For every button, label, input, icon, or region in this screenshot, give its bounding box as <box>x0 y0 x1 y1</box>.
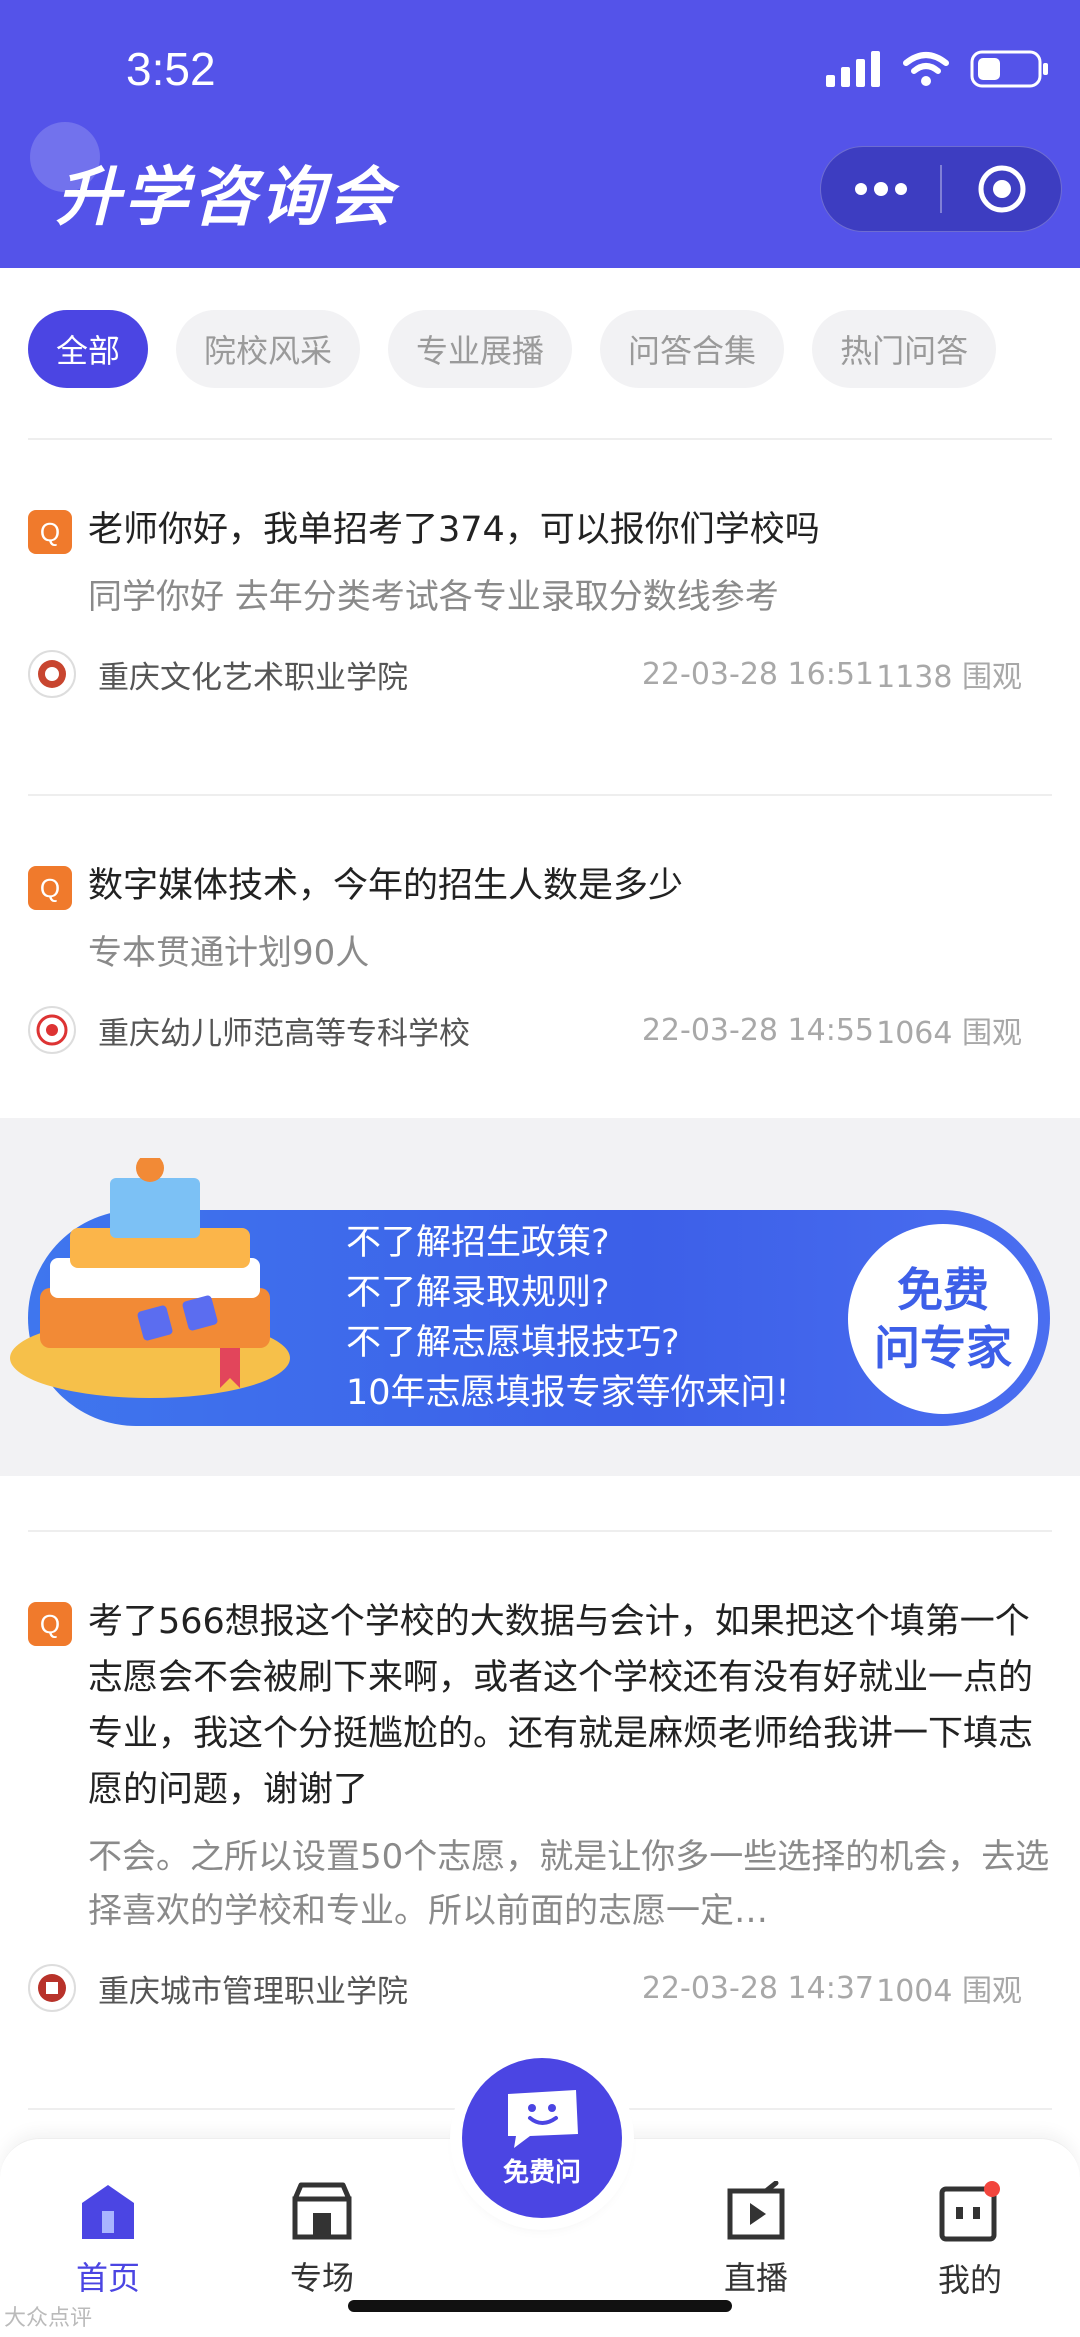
school-name[interactable]: 重庆幼儿师范高等专科学校 <box>98 1008 470 1053</box>
nav-label: 我的 <box>937 2261 1002 2299</box>
tab-school-style[interactable]: 院校风采 <box>176 310 361 388</box>
qa-item[interactable]: Q 数字媒体技术，今年的招生人数是多少 专本贯通计划90人 重庆幼儿师范高等专科… <box>28 858 1052 1058</box>
play-icon <box>727 2181 785 2240</box>
qa-meta: 重庆城市管理职业学院 22-03-28 14:37 1004 围观 <box>28 1960 1052 2016</box>
home-icon <box>82 2185 134 2239</box>
ask-expert-badge[interactable]: 免费 问专家 <box>848 1224 1038 1414</box>
school-logo <box>28 650 76 698</box>
question: Q 老师你好，我单招考了374，可以报你们学校吗 <box>28 502 1052 558</box>
books-illustration <box>10 1158 290 1398</box>
question-text: 考了566想报这个学校的大数据与会计，如果把这个填第一个志愿会不会被刷下来啊，或… <box>88 1602 1034 1810</box>
question: Q 数字媒体技术，今年的招生人数是多少 <box>28 858 1052 914</box>
view-count: 1004 围观 <box>876 1974 1022 2009</box>
chat-face-icon <box>508 2089 578 2148</box>
question-text: 老师你好，我单招考了374，可以报你们学校吗 <box>88 510 820 550</box>
more-button[interactable] <box>821 147 940 231</box>
answer-text: 不会。之所以设置50个志愿，就是让你多一些选择的机会，去选择喜欢的学校和专业。所… <box>88 1837 1050 1931</box>
school-logo <box>28 1006 76 1054</box>
battery-icon <box>970 50 1048 88</box>
free-ask-button[interactable]: 免费问 <box>462 2058 622 2218</box>
nav-label: 首页 <box>75 2259 140 2297</box>
nav-special[interactable]: 专场 <box>262 2181 382 2299</box>
nav-label: 专场 <box>289 2259 354 2297</box>
nav-label: 直播 <box>723 2259 788 2297</box>
nav-live[interactable]: 直播 <box>696 2181 816 2299</box>
free-ask-label: 免费问 <box>502 2157 581 2188</box>
banner-line: 不了解招生政策? <box>346 1223 610 1263</box>
tab-all[interactable]: 全部 <box>28 310 149 388</box>
category-tabs: 全部 院校风采 专业展播 问答合集 热门问答 <box>28 310 997 388</box>
wifi-icon <box>903 52 949 86</box>
close-miniprogram-button[interactable] <box>942 147 1061 231</box>
nav-home[interactable]: 首页 <box>48 2181 168 2299</box>
miniprogram-capsule <box>820 146 1062 232</box>
question-badge: Q <box>28 866 72 910</box>
expert-badge-line2: 问专家 <box>874 1321 1012 1375</box>
question-badge: Q <box>28 510 72 554</box>
profile-icon <box>939 2181 1000 2242</box>
school-logo <box>28 1964 76 2012</box>
target-icon <box>978 165 1025 213</box>
banner-line: 不了解志愿填报技巧? <box>346 1323 680 1363</box>
tab-major-showcase[interactable]: 专业展播 <box>388 310 573 388</box>
qa-item[interactable]: Q 考了566想报这个学校的大数据与会计，如果把这个填第一个志愿会不会被刷下来啊… <box>28 1594 1052 2016</box>
answer-text: 专本贯通计划90人 <box>88 933 370 973</box>
qa-meta: 重庆幼儿师范高等专科学校 22-03-28 14:55 1064 围观 <box>28 1002 1052 1058</box>
qa-item[interactable]: Q 老师你好，我单招考了374，可以报你们学校吗 同学你好 去年分类考试各专业录… <box>28 502 1052 702</box>
app-title: 升学咨询会 <box>56 161 396 235</box>
question: Q 考了566想报这个学校的大数据与会计，如果把这个填第一个志愿会不会被刷下来啊… <box>28 1594 1052 1818</box>
app-header: 3:52 升学咨询会 <box>0 0 1080 268</box>
expert-badge-line1: 免费 <box>897 1263 989 1317</box>
banner-text: 不了解招生政策? 不了解录取规则? 不了解志愿填报技巧? 10年志愿填报专家等你… <box>346 1218 790 1418</box>
status-time: 3:52 <box>126 43 216 95</box>
home-indicator <box>348 2300 732 2312</box>
post-time: 22-03-28 16:51 <box>641 656 874 692</box>
view-count: 1064 围观 <box>876 1016 1022 1051</box>
banner-line: 不了解录取规则? <box>346 1273 610 1313</box>
divider <box>28 1530 1052 1532</box>
tab-hot-qa[interactable]: 热门问答 <box>812 310 997 388</box>
post-time: 22-03-28 14:37 <box>641 1970 874 2006</box>
watermark: 大众点评 <box>4 2306 93 2331</box>
divider <box>28 794 1052 796</box>
store-icon <box>292 2182 352 2240</box>
school-name[interactable]: 重庆文化艺术职业学院 <box>98 652 408 697</box>
post-time: 22-03-28 14:55 <box>641 1012 874 1048</box>
tab-qa-collection[interactable]: 问答合集 <box>600 310 785 388</box>
banner-line: 10年志愿填报专家等你来问! <box>346 1373 790 1413</box>
status-icons <box>826 50 1050 88</box>
more-icon <box>854 182 907 196</box>
signal-icon <box>826 51 880 87</box>
question-text: 数字媒体技术，今年的招生人数是多少 <box>88 866 684 906</box>
divider <box>28 438 1052 440</box>
view-count: 1138 围观 <box>876 660 1022 695</box>
qa-meta: 重庆文化艺术职业学院 22-03-28 16:51 1138 围观 <box>28 646 1052 702</box>
banner-section: 不了解招生政策? 不了解录取规则? 不了解志愿填报技巧? 10年志愿填报专家等你… <box>0 1118 1080 1476</box>
answer-text: 同学你好 去年分类考试各专业录取分数线参考 <box>88 577 779 617</box>
school-name[interactable]: 重庆城市管理职业学院 <box>98 1966 408 2011</box>
nav-profile[interactable]: 我的 <box>910 2181 1030 2301</box>
question-badge: Q <box>28 1602 72 1646</box>
